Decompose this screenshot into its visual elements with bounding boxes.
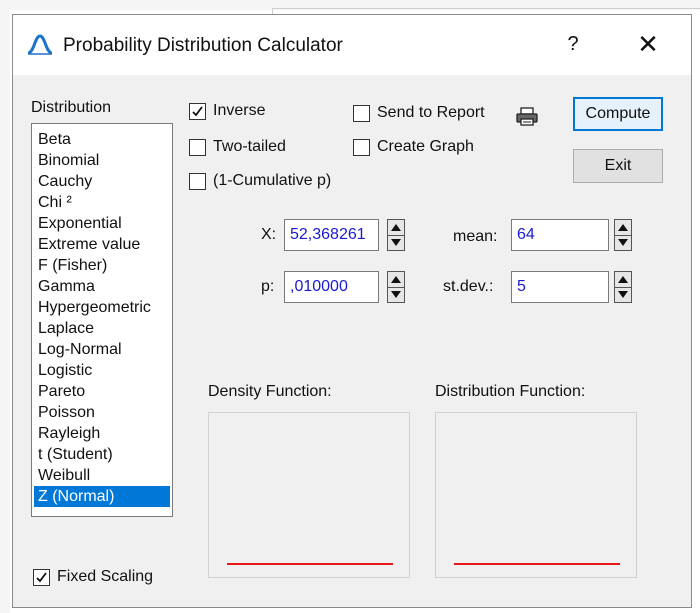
mean-spinner[interactable]	[614, 219, 632, 251]
p-spinner[interactable]	[387, 271, 405, 303]
list-item-selected[interactable]: Z (Normal)	[34, 486, 170, 507]
spin-down-icon[interactable]	[388, 287, 404, 302]
send-to-report-label[interactable]: Send to Report	[377, 104, 485, 122]
list-item[interactable]: Extreme value	[34, 234, 170, 255]
list-item[interactable]: Gamma	[34, 276, 170, 297]
list-item[interactable]: Weibull	[34, 465, 170, 486]
list-item[interactable]: Chi ²	[34, 192, 170, 213]
list-item[interactable]: Poisson	[34, 402, 170, 423]
list-item[interactable]: Logistic	[34, 360, 170, 381]
mean-label: mean:	[453, 228, 498, 245]
distribution-function-label: Distribution Function:	[435, 383, 586, 400]
close-button[interactable]: ✕	[633, 29, 663, 59]
list-item[interactable]: Cauchy	[34, 171, 170, 192]
list-item[interactable]: Laplace	[34, 318, 170, 339]
create-graph-checkbox[interactable]	[353, 139, 370, 156]
x-input[interactable]: 52,368261	[284, 219, 379, 251]
spin-up-icon[interactable]	[615, 220, 631, 236]
checkmark-icon	[36, 572, 47, 583]
one-minus-cumulative-label[interactable]: (1-Cumulative p)	[213, 172, 331, 190]
distribution-function-plot	[435, 412, 637, 578]
spin-down-icon[interactable]	[615, 287, 631, 302]
spin-up-icon[interactable]	[615, 272, 631, 288]
fixed-scaling-label[interactable]: Fixed Scaling	[57, 568, 153, 586]
p-input[interactable]: ,010000	[284, 271, 379, 303]
title-bar[interactable]: Probability Distribution Calculator ? ✕	[13, 15, 691, 75]
stdev-input[interactable]: 5	[511, 271, 609, 303]
exit-button[interactable]: Exit	[573, 149, 663, 183]
compute-button[interactable]: Compute	[573, 97, 663, 131]
two-tailed-label[interactable]: Two-tailed	[213, 138, 286, 156]
x-spinner[interactable]	[387, 219, 405, 251]
checkmark-icon	[192, 106, 203, 117]
bell-curve-icon	[27, 33, 53, 55]
distribution-label: Distribution	[31, 99, 112, 116]
window-title: Probability Distribution Calculator	[63, 35, 343, 56]
inverse-checkbox[interactable]	[189, 103, 206, 120]
density-function-plot	[208, 412, 410, 578]
distribution-plot-line	[454, 563, 620, 565]
stdev-spinner[interactable]	[614, 271, 632, 303]
density-plot-line	[227, 563, 393, 565]
mean-input[interactable]: 64	[511, 219, 609, 251]
background-left-strip	[0, 0, 10, 613]
distribution-list[interactable]: Beta Binomial Cauchy Chi ² Exponential E…	[31, 123, 173, 517]
two-tailed-checkbox[interactable]	[189, 139, 206, 156]
density-function-label: Density Function:	[208, 383, 332, 400]
list-item[interactable]: t (Student)	[34, 444, 170, 465]
create-graph-label[interactable]: Create Graph	[377, 138, 474, 156]
spin-up-icon[interactable]	[388, 272, 404, 288]
list-item[interactable]: Exponential	[34, 213, 170, 234]
list-item[interactable]: Log-Normal	[34, 339, 170, 360]
stdev-label: st.dev.:	[443, 278, 494, 295]
send-to-report-checkbox[interactable]	[353, 105, 370, 122]
list-item[interactable]: Beta	[34, 129, 170, 150]
calculator-dialog: Probability Distribution Calculator ? ✕ …	[12, 14, 692, 608]
spin-down-icon[interactable]	[615, 235, 631, 250]
list-item[interactable]: Binomial	[34, 150, 170, 171]
p-label: p:	[261, 278, 275, 295]
one-minus-cumulative-checkbox[interactable]	[189, 173, 206, 190]
list-item[interactable]: Pareto	[34, 381, 170, 402]
help-button[interactable]: ?	[561, 31, 585, 57]
list-item[interactable]: Hypergeometric	[34, 297, 170, 318]
list-item[interactable]: F (Fisher)	[34, 255, 170, 276]
spin-up-icon[interactable]	[388, 220, 404, 236]
x-label: X:	[261, 226, 277, 243]
fixed-scaling-checkbox[interactable]	[33, 569, 50, 586]
inverse-label[interactable]: Inverse	[213, 102, 265, 120]
list-item[interactable]: Rayleigh	[34, 423, 170, 444]
spin-down-icon[interactable]	[388, 235, 404, 250]
printer-icon[interactable]	[516, 107, 538, 127]
